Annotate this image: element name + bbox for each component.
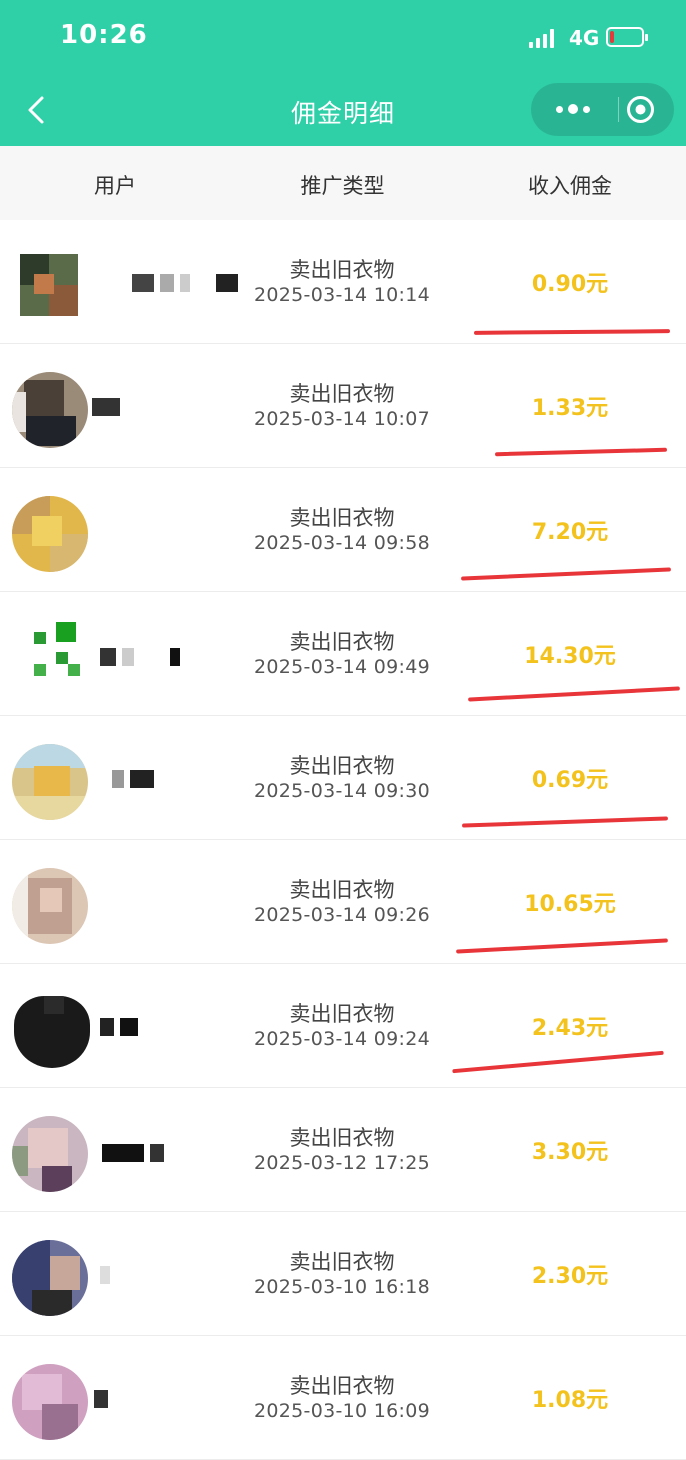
record-datetime: 2025-03-10 16:18 <box>253 1276 430 1298</box>
username-redacted <box>132 272 238 294</box>
hand-drawn-underline <box>461 816 669 828</box>
promo-type: 卖出旧衣物 <box>289 258 395 282</box>
signal-icon <box>529 28 557 48</box>
promo-type: 卖出旧衣物 <box>289 1126 395 1150</box>
mini-program-capsule <box>531 83 674 136</box>
promo-type: 卖出旧衣物 <box>289 878 395 902</box>
commission-amount: 2.30元 <box>531 1264 609 1289</box>
username-redacted <box>94 1388 108 1410</box>
commission-amount: 2.43元 <box>531 1016 609 1041</box>
avatar <box>12 1364 88 1440</box>
table-row[interactable]: 卖出旧衣物 2025-03-10 16:09 1.08元 <box>0 1336 686 1460</box>
commission-amount: 3.30元 <box>531 1140 609 1165</box>
avatar <box>12 372 88 448</box>
commission-list: 卖出旧衣物 2025-03-14 10:14 0.90元 卖出旧衣物 2025-… <box>0 220 686 1460</box>
promo-type: 卖出旧衣物 <box>289 1374 395 1398</box>
promo-type: 卖出旧衣物 <box>289 506 395 530</box>
hand-drawn-underline <box>468 686 680 702</box>
promo-type: 卖出旧衣物 <box>289 754 395 778</box>
record-datetime: 2025-03-14 10:14 <box>253 284 430 306</box>
battery-icon <box>606 27 648 47</box>
table-row[interactable]: 卖出旧衣物 2025-03-12 17:25 3.30元 <box>0 1088 686 1212</box>
table-row[interactable]: 卖出旧衣物 2025-03-14 10:07 1.33元 <box>0 344 686 468</box>
record-datetime: 2025-03-14 09:58 <box>253 532 430 554</box>
commission-amount: 0.90元 <box>531 272 609 297</box>
promo-type: 卖出旧衣物 <box>289 1250 395 1274</box>
commission-amount: 14.30元 <box>524 644 616 669</box>
username-redacted <box>102 1142 164 1164</box>
avatar <box>12 1240 88 1316</box>
username-redacted <box>112 768 154 790</box>
nav-bar: 佣金明细 <box>0 76 686 146</box>
status-time: 10:26 <box>60 20 148 50</box>
capsule-divider <box>618 97 619 122</box>
promo-type: 卖出旧衣物 <box>289 382 395 406</box>
record-datetime: 2025-03-12 17:25 <box>253 1152 430 1174</box>
table-row[interactable]: 卖出旧衣物 2025-03-14 09:58 7.20元 <box>0 468 686 592</box>
hand-drawn-underline <box>473 329 671 335</box>
table-row[interactable]: 卖出旧衣物 2025-03-14 09:24 2.43元 <box>0 964 686 1088</box>
table-row[interactable]: 卖出旧衣物 2025-03-10 16:18 2.30元 <box>0 1212 686 1336</box>
commission-amount: 1.08元 <box>531 1388 609 1413</box>
avatar <box>12 868 88 944</box>
record-datetime: 2025-03-14 09:24 <box>253 1028 430 1050</box>
promo-type: 卖出旧衣物 <box>289 1002 395 1026</box>
username-redacted <box>92 396 120 418</box>
status-bar: 10:26 4G <box>0 0 686 76</box>
commission-amount: 1.33元 <box>531 396 609 421</box>
table-row[interactable]: 卖出旧衣物 2025-03-14 09:49 14.30元 <box>0 592 686 716</box>
commission-amount: 10.65元 <box>524 892 616 917</box>
commission-amount: 7.20元 <box>531 520 609 545</box>
avatar <box>14 996 90 1068</box>
header-promo-type: 推广类型 <box>300 174 385 198</box>
table-row[interactable]: 卖出旧衣物 2025-03-14 09:26 10.65元 <box>0 840 686 964</box>
hand-drawn-underline <box>461 567 671 581</box>
record-datetime: 2025-03-14 10:07 <box>253 408 430 430</box>
hand-drawn-underline <box>456 938 668 954</box>
header-commission: 收入佣金 <box>528 174 612 198</box>
record-datetime: 2025-03-14 09:26 <box>253 904 430 926</box>
avatar <box>20 254 78 316</box>
username-redacted <box>100 1264 110 1286</box>
avatar <box>12 496 88 572</box>
avatar <box>22 622 82 682</box>
record-datetime: 2025-03-14 09:30 <box>253 780 430 802</box>
avatar <box>12 744 88 820</box>
table-row[interactable]: 卖出旧衣物 2025-03-14 10:14 0.90元 <box>0 220 686 344</box>
network-type: 4G <box>569 26 600 50</box>
hand-drawn-underline <box>494 447 668 457</box>
target-circle-icon[interactable] <box>625 94 656 125</box>
table-header: 用户 推广类型 收入佣金 <box>0 146 686 220</box>
username-redacted <box>100 1016 138 1038</box>
table-row[interactable]: 卖出旧衣物 2025-03-14 09:30 0.69元 <box>0 716 686 840</box>
record-datetime: 2025-03-10 16:09 <box>253 1400 430 1422</box>
header-user: 用户 <box>94 174 136 198</box>
avatar <box>12 1116 88 1192</box>
record-datetime: 2025-03-14 09:49 <box>253 656 430 678</box>
hand-drawn-underline <box>452 1050 664 1074</box>
promo-type: 卖出旧衣物 <box>289 630 395 654</box>
commission-amount: 0.69元 <box>531 768 609 793</box>
more-dots-icon[interactable] <box>553 95 593 123</box>
username-redacted <box>100 646 180 668</box>
